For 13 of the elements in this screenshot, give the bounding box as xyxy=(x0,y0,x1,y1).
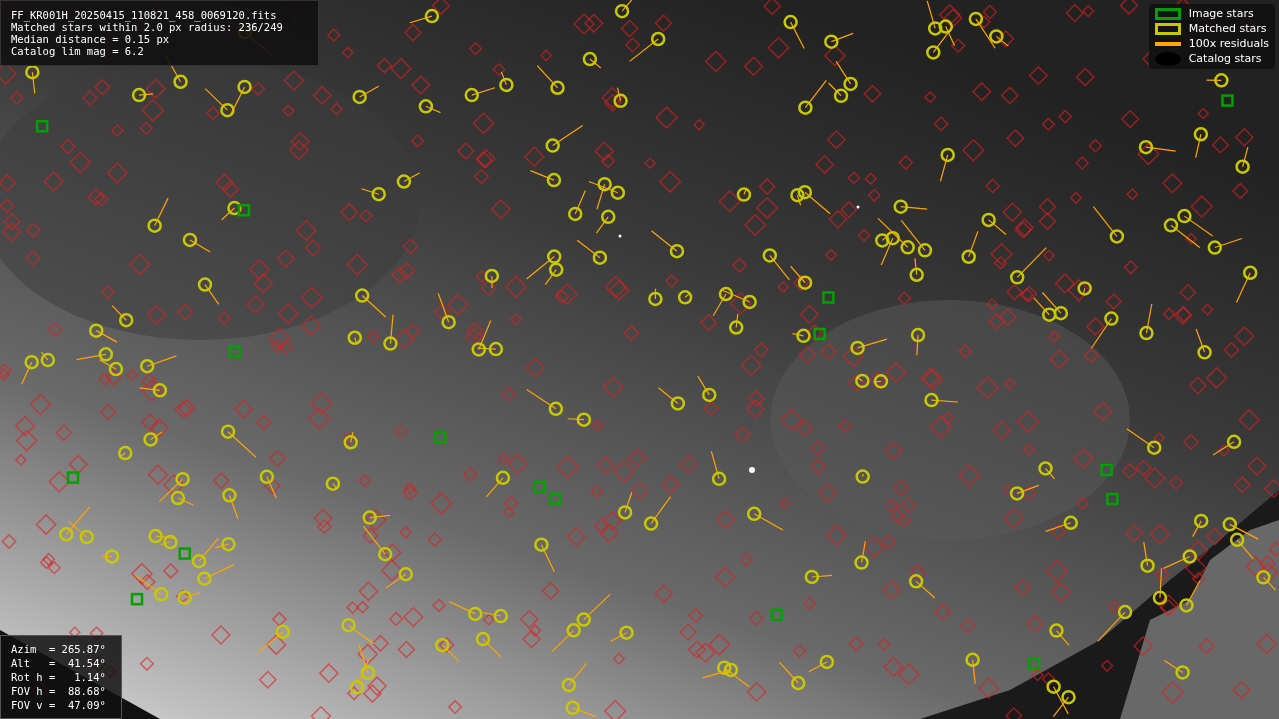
pointing-text: Azim = 265.87° xyxy=(11,642,107,656)
legend-label: Matched stars xyxy=(1188,22,1267,36)
pointing-text: Rot h = 1.14° xyxy=(11,670,107,684)
info-text: Catalog lim mag = 6.2 xyxy=(11,45,145,57)
info-text: FF_KR001H_20250415_110821_458_0069120.fits xyxy=(11,9,278,21)
legend-label: Catalog stars xyxy=(1188,52,1262,66)
legend-label: 100x residuals xyxy=(1188,37,1269,51)
pointing-text: Alt = 41.54° xyxy=(11,656,107,670)
info-text: Median distance = 0.15 px xyxy=(11,33,171,45)
pointing-text: FOV h = 88.68° xyxy=(11,684,107,698)
info-text: Matched stars within 2.0 px radius: 236/249 xyxy=(11,21,284,33)
legend-label: Image stars xyxy=(1188,7,1254,21)
pointing-text: FOV v = 47.09° xyxy=(11,698,107,712)
